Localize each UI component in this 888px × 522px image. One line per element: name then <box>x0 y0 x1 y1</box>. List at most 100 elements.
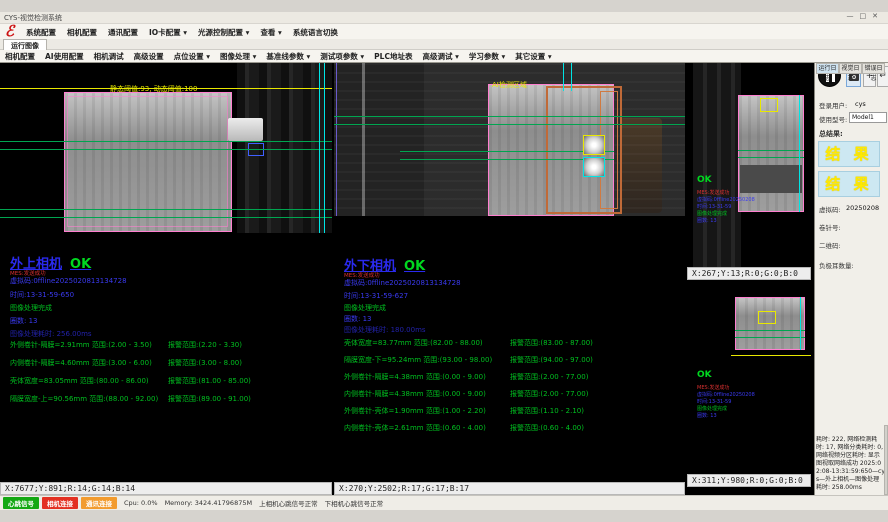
tool-ai-usage-config[interactable]: AI使用配置 <box>45 51 84 62</box>
threshold-label: 静态阈值:93, 动态阈值:100 <box>110 84 197 94</box>
tool-test-params[interactable]: 测试项参数 ▾ <box>320 51 364 62</box>
model-label: 使用型号: <box>819 114 847 124</box>
menu-light-config[interactable]: 光源控制配置 ▾ <box>198 27 249 38</box>
alarm-range: 报警范围:(89.00 - 91.00) <box>168 394 251 404</box>
bottom-camera-heartbeat-status: 下相机心跳信号正常 <box>325 498 384 508</box>
title-bar[interactable]: CYS-视觉检测系统 —□✕ <box>0 12 888 24</box>
tool-baseline-params[interactable]: 基准线参数 ▾ <box>266 51 310 62</box>
tool-point-settings[interactable]: 点位设置 ▾ <box>174 51 210 62</box>
measurement-row: 外侧卷针-隔膜=2.91mm 范围:(2.00 - 3.50)报警范围:(2.2… <box>10 340 332 350</box>
virtual-code: 虚拟码:0ffline2025020813134728 <box>344 278 461 288</box>
log-tab-error[interactable]: 错误日志 <box>862 63 885 74</box>
alarm-range: 报警范围:(94.00 - 97.00) <box>510 355 593 365</box>
menu-language-switch[interactable]: 系统语言切换 <box>293 27 338 38</box>
virtual-code-label: 虚拟码: <box>819 204 841 214</box>
process-elapsed: 图像处理耗时: 256.00ms <box>10 329 92 339</box>
cycle-count: 圈数: 13 <box>10 316 38 326</box>
process-done-label: 图像处理完成 <box>697 405 727 412</box>
window-top-strip <box>0 0 888 12</box>
green-guideline <box>0 209 332 210</box>
tool-plc-address-table[interactable]: PLC地址表 <box>374 51 412 62</box>
menu-comm-config[interactable]: 通讯配置 <box>108 27 138 38</box>
capture-time: 时间:13-31-59-650 <box>10 290 74 300</box>
camera-connection-badge: 相机连接 <box>42 497 78 509</box>
capture-time: 时间:13-31-59-627 <box>344 291 408 301</box>
connector-image <box>228 118 263 141</box>
window-controls: —□✕ <box>847 12 885 20</box>
cpu-usage: Cpu: 0.0% <box>124 499 158 507</box>
capture-time: 时间:13-31-59 <box>697 398 731 405</box>
tool-other-settings[interactable]: 其它设置 ▾ <box>515 51 551 62</box>
heartbeat-status-badge: 心跳信号 <box>3 497 39 509</box>
qr-code-label: 二维码: <box>819 240 841 250</box>
close-button[interactable]: ✕ <box>872 12 884 20</box>
cyan-guideline <box>563 63 564 91</box>
app-window: CYS-视觉检测系统 —□✕ ℰ 系统配置 相机配置 通讯配置 IO卡配置 ▾ … <box>0 0 888 522</box>
small-camera-view-top[interactable]: OK MES:发送成功 虚拟码:0ffline20250208 时间:13-31… <box>687 63 811 280</box>
log-scrollbar[interactable] <box>884 425 888 495</box>
measurement-row: 内侧卷针-隔膜=4.38mm 范围:(0.00 - 9.00)报警范围:(2.0… <box>344 389 685 399</box>
result-ok-badge: OK <box>404 259 425 274</box>
mes-status: MES:发送成功 <box>697 384 729 391</box>
cycle-count: 圈数: 13 <box>344 314 372 324</box>
needle-number-label: 卷针号: <box>819 222 841 232</box>
menu-bar: ℰ 系统配置 相机配置 通讯配置 IO卡配置 ▾ 光源控制配置 ▾ 查看 ▾ 系… <box>0 24 888 39</box>
memory-usage: Memory: 3424.41796875M <box>165 499 253 507</box>
alarm-range: 报警范围:(0.60 - 4.00) <box>510 423 584 433</box>
alarm-range: 报警范围:(3.00 - 8.00) <box>168 358 242 368</box>
main-camera-view-right[interactable]: AI检测区域 外下相机OK MES:发送成功 虚拟码:0ffline202502… <box>334 63 685 495</box>
yellow-roi-rect <box>760 98 778 112</box>
process-done-label: 图像处理完成 <box>344 303 386 313</box>
measurement-row: 内侧卷针-壳体=2.61mm 范围:(0.60 - 4.00)报警范围:(0.6… <box>344 423 685 433</box>
tool-camera-config[interactable]: 相机配置 <box>5 51 35 62</box>
menu-io-config[interactable]: IO卡配置 ▾ <box>149 27 187 38</box>
log-output: 耗时: 222, 网络检测耗时: 17, 网络分类耗时: 0, 网络视频分区耗时… <box>816 436 885 493</box>
tool-camera-debug[interactable]: 相机调试 <box>94 51 124 62</box>
tool-advanced-debug[interactable]: 高级调试 ▾ <box>422 51 458 62</box>
process-elapsed: 图像处理耗时: 180.00ms <box>344 325 426 335</box>
tab-run-image[interactable]: 运行图像 <box>3 39 47 50</box>
process-done-label: 图像处理完成 <box>697 210 727 217</box>
top-camera-heartbeat-status: 上相机心跳信号正常 <box>259 498 318 508</box>
glow-spot <box>583 157 605 177</box>
measurement-row: 隔膜宽度-下=95.24mm 范围:(93.00 - 98.00)报警范围:(9… <box>344 355 685 365</box>
control-side-panel: + ↵ 登录用户: cys 使用型号: Model1 总结果: 结 果 结 果 … <box>814 63 888 495</box>
ai-region-label: AI检测区域 <box>492 80 527 90</box>
green-guideline <box>738 157 804 158</box>
tab-count-label: 负极耳数量: <box>819 260 854 270</box>
tool-advanced-settings[interactable]: 高级设置 <box>134 51 164 62</box>
measurement-row: 外侧卷针-隔膜=4.38mm 范围:(0.00 - 9.00)报警范围:(2.0… <box>344 372 685 382</box>
green-guideline <box>0 217 332 218</box>
part-image <box>738 95 804 212</box>
menu-view[interactable]: 查看 ▾ <box>260 27 281 38</box>
log-tab-run[interactable]: 运行日志 <box>816 63 839 74</box>
glow-spot <box>583 135 605 155</box>
result-box-bottom: 结 果 <box>818 171 880 197</box>
cyan-guideline <box>800 297 801 350</box>
minimize-button[interactable]: — <box>847 12 860 20</box>
pixel-coordinates-bar: X:267;Y:13;R:0;G:0;B:0 <box>687 267 811 280</box>
maximize-button[interactable]: □ <box>860 12 873 20</box>
small-camera-view-bottom[interactable]: OK MES:发送成功 虚拟码:0ffline20250208 时间:13-31… <box>687 282 811 487</box>
result-box-top: 结 果 <box>818 141 880 167</box>
part-dark-band <box>740 165 802 193</box>
virtual-code: 虚拟码:0ffline20250208 <box>697 391 755 398</box>
yellow-roi-rect <box>758 311 776 324</box>
green-guideline <box>735 330 805 331</box>
log-tab-vision[interactable]: 视觉日志 <box>839 63 862 74</box>
green-guideline <box>0 141 332 142</box>
alarm-range: 报警范围:(2.00 - 77.00) <box>510 372 588 382</box>
tool-image-processing[interactable]: 图像处理 ▾ <box>220 51 256 62</box>
main-camera-view-left[interactable]: 静态阈值:93, 动态阈值:100 外上相机OK MES:发送成功 虚拟码:0f… <box>0 63 332 495</box>
model-field[interactable]: Model1 <box>849 112 887 123</box>
tool-learning-params[interactable]: 学习参数 ▾ <box>469 51 505 62</box>
menu-camera-config[interactable]: 相机配置 <box>67 27 97 38</box>
menu-system-config[interactable]: 系统配置 <box>26 27 56 38</box>
green-guideline <box>738 150 804 151</box>
cyan-guideline <box>571 63 572 91</box>
virtual-code: 虚拟码:0ffline20250208 <box>697 196 755 203</box>
measurement-row: 隔膜宽度-上=90.56mm 范围:(88.00 - 92.00)报警范围:(8… <box>10 394 332 404</box>
green-guideline <box>334 124 685 125</box>
result-ok-badge: OK <box>70 257 91 272</box>
green-guideline <box>735 337 805 338</box>
